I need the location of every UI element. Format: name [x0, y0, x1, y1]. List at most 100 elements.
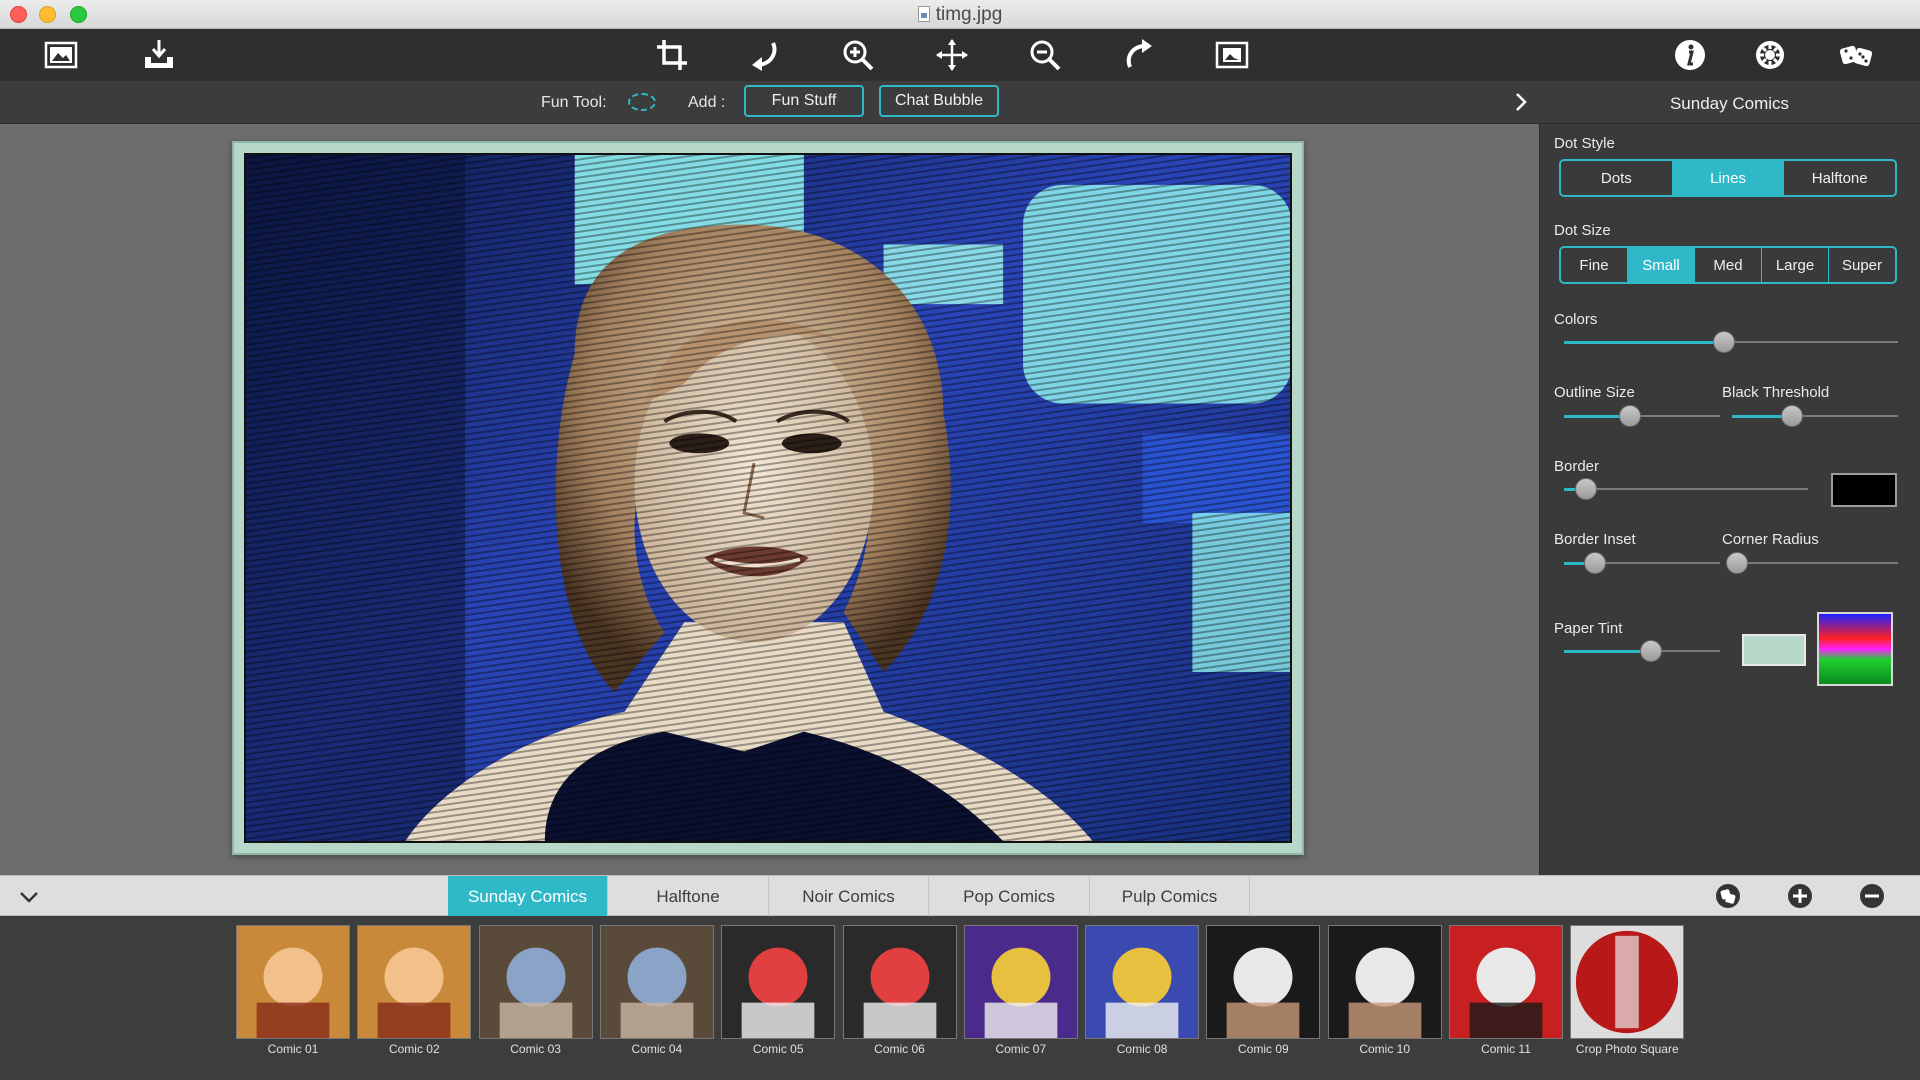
preset-thumbnail[interactable]: Comic 10 — [1327, 925, 1442, 1056]
lasso-tool-icon[interactable] — [628, 93, 656, 111]
export-button[interactable] — [137, 35, 181, 75]
preset-thumbnail[interactable]: Comic 05 — [721, 925, 836, 1056]
dot-style-segmented: Dots Lines Halftone — [1559, 159, 1897, 197]
tab-halftone[interactable]: Halftone — [609, 876, 769, 917]
window-title: timg.jpg — [935, 4, 1003, 25]
slider-knob[interactable] — [1725, 552, 1748, 574]
color-picker-button[interactable] — [1817, 612, 1893, 686]
effect-settings-panel: Dot Style Dots Lines Halftone Dot Size Fin… — [1539, 124, 1920, 875]
slider-knob[interactable] — [1780, 405, 1803, 427]
zoom-out-icon — [1030, 40, 1061, 71]
preset-image — [1206, 925, 1321, 1039]
dot-size-option[interactable]: Med — [1695, 248, 1762, 282]
fun-tool-bar: Fun Tool: Add : Fun Stuff Chat Bubble — [0, 81, 1539, 124]
redo-button[interactable] — [1116, 35, 1160, 75]
dot-size-segmented: Fine Small Med Large Super — [1559, 246, 1897, 284]
settings-button[interactable] — [1748, 35, 1792, 75]
zoom-in-button[interactable] — [836, 35, 880, 75]
preset-image — [842, 925, 957, 1039]
title-bar: timg.jpg — [0, 0, 1920, 29]
preset-thumbnail[interactable]: Comic 01 — [236, 925, 350, 1056]
preset-image — [1570, 925, 1685, 1039]
preset-image — [236, 925, 350, 1039]
preset-label: Comic 03 — [510, 1042, 561, 1056]
preset-image — [721, 925, 836, 1039]
preset-thumbnail[interactable]: Crop Photo Square — [1570, 925, 1685, 1056]
info-button[interactable] — [1668, 35, 1712, 75]
outline-size-label: Outline Size — [1554, 384, 1635, 401]
preset-thumbnail[interactable]: Comic 08 — [1085, 925, 1200, 1056]
download-tray-icon — [145, 40, 173, 68]
preset-thumbnail[interactable]: Comic 07 — [963, 925, 1078, 1056]
preset-image — [1085, 925, 1200, 1039]
preset-thumbnail[interactable]: Comic 04 — [599, 925, 714, 1056]
open-image-button[interactable] — [39, 35, 83, 75]
preset-label: Comic 01 — [267, 1042, 319, 1056]
preset-thumbnail[interactable]: Comic 11 — [1449, 925, 1563, 1056]
preset-thumbnail[interactable]: Comic 02 — [357, 925, 472, 1056]
chevron-right-icon[interactable] — [1510, 91, 1532, 113]
move-button[interactable] — [930, 35, 974, 75]
preset-thumbnail[interactable]: Comic 09 — [1206, 925, 1321, 1056]
preset-label: Comic 02 — [388, 1042, 440, 1056]
chevron-down-icon[interactable] — [18, 886, 40, 908]
black-threshold-label: Black Threshold — [1722, 384, 1830, 401]
slider-fill — [1564, 650, 1652, 653]
preset-thumbnail[interactable]: Comic 06 — [842, 925, 957, 1056]
tab-pulp-comics[interactable]: Pulp Comics — [1090, 876, 1250, 917]
outline-size-slider[interactable] — [1564, 405, 1720, 427]
slider-knob[interactable] — [1640, 640, 1663, 662]
dot-style-label: Dot Style — [1554, 135, 1615, 152]
slider-track — [1732, 562, 1898, 564]
dot-style-option[interactable]: Lines — [1672, 161, 1785, 195]
border-slider[interactable] — [1564, 478, 1808, 500]
preset-strip: Comic 01 Comic 02 Comic 03 Comic 04 Comic 05… — [0, 916, 1920, 1080]
preset-label: Comic 05 — [752, 1042, 804, 1056]
random-preset-icon[interactable] — [1714, 882, 1742, 910]
fit-image-icon — [1215, 41, 1249, 69]
border-color-swatch[interactable] — [1831, 473, 1897, 507]
info-icon — [1675, 40, 1705, 70]
border-inset-slider[interactable] — [1564, 552, 1720, 574]
corner-radius-slider[interactable] — [1725, 552, 1898, 574]
slider-fill — [1564, 341, 1725, 344]
dot-size-option[interactable]: Fine — [1561, 248, 1628, 282]
preset-image — [599, 925, 714, 1039]
comic-photo-image — [246, 155, 1290, 841]
preset-thumbnail[interactable]: Comic 03 — [478, 925, 593, 1056]
crop-button[interactable] — [650, 35, 694, 75]
slider-knob[interactable] — [1618, 405, 1641, 427]
chat-bubble-button[interactable]: Chat Bubble — [879, 85, 999, 117]
preset-label: Crop Photo Square — [1575, 1042, 1679, 1056]
slider-knob[interactable] — [1713, 331, 1736, 353]
dot-style-option[interactable]: Halftone — [1784, 161, 1895, 195]
tab-pop-comics[interactable]: Pop Comics — [930, 876, 1090, 917]
slider-knob[interactable] — [1574, 478, 1597, 500]
fun-stuff-button[interactable]: Fun Stuff — [744, 85, 864, 117]
paper-tint-slider[interactable] — [1564, 640, 1720, 662]
comic-photo[interactable] — [244, 153, 1292, 843]
rotate-left-icon — [752, 42, 777, 71]
panel-title: Sunday Comics — [1539, 81, 1920, 124]
slider-knob[interactable] — [1584, 552, 1607, 574]
dot-size-option[interactable]: Super — [1829, 248, 1895, 282]
slider-track — [1564, 488, 1808, 490]
colors-slider[interactable] — [1564, 331, 1898, 353]
colors-label: Colors — [1554, 311, 1598, 328]
paper-tint-swatch[interactable] — [1742, 634, 1806, 666]
random-button[interactable] — [1834, 35, 1878, 75]
dot-size-option[interactable]: Large — [1762, 248, 1829, 282]
tab-sunday-comics[interactable]: Sunday Comics — [448, 876, 608, 917]
remove-preset-icon[interactable] — [1858, 882, 1886, 910]
paper-tint-label: Paper Tint — [1554, 620, 1623, 637]
tab-noir-comics[interactable]: Noir Comics — [769, 876, 929, 917]
black-threshold-slider[interactable] — [1732, 405, 1898, 427]
dot-size-label: Dot Size — [1554, 222, 1611, 239]
dot-size-option[interactable]: Small — [1628, 248, 1695, 282]
undo-button[interactable] — [743, 35, 787, 75]
zoom-out-button[interactable] — [1023, 35, 1067, 75]
dot-style-option[interactable]: Dots — [1561, 161, 1673, 195]
fit-image-button[interactable] — [1210, 35, 1254, 75]
add-preset-icon[interactable] — [1786, 882, 1814, 910]
border-label: Border — [1554, 458, 1600, 475]
